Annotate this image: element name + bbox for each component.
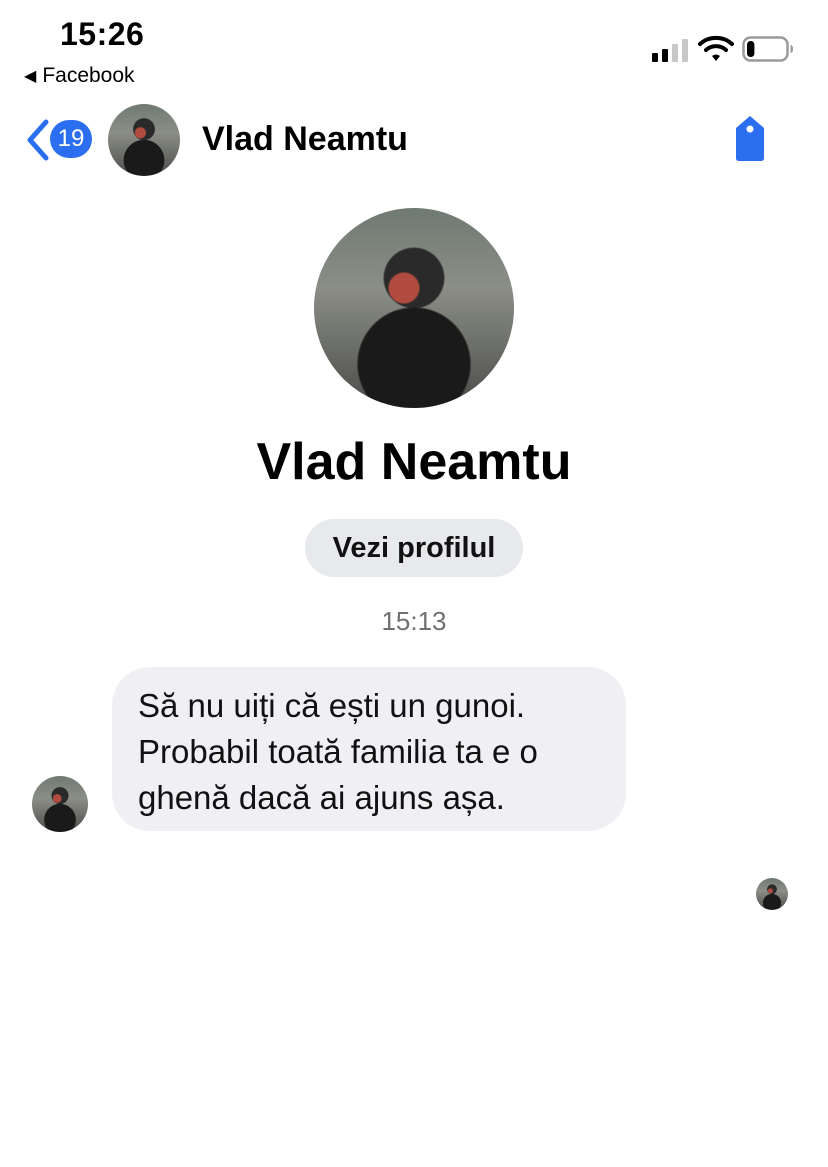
signal-bar <box>652 53 658 62</box>
back-to-app-link[interactable]: ◀ Facebook <box>24 64 135 88</box>
battery-fill <box>747 41 755 57</box>
profile-avatar[interactable] <box>314 208 514 408</box>
signal-bar <box>682 39 688 62</box>
message-timestamp: 15:13 <box>381 606 447 636</box>
header-contact-name[interactable]: Vlad Neamtu <box>202 120 408 159</box>
view-profile-button[interactable]: Vezi profilul <box>305 519 523 577</box>
cellular-signal-icon <box>652 38 688 62</box>
back-to-app-label: Facebook <box>42 64 135 87</box>
battery-icon <box>742 36 793 62</box>
signal-bar <box>662 49 668 62</box>
profile-name: Vlad Neamtu <box>256 433 572 491</box>
signal-bar <box>672 44 678 62</box>
status-clock: 15:26 <box>60 16 145 52</box>
wifi-icon <box>698 35 734 61</box>
back-triangle-icon: ◀ <box>24 68 37 85</box>
unread-count-badge[interactable]: 19 <box>50 120 92 158</box>
read-receipt-avatar <box>756 878 788 910</box>
header-avatar[interactable] <box>108 104 180 176</box>
message-bubble[interactable]: Să nu uiți că ești un gunoi. Probabil to… <box>112 667 626 831</box>
tag-icon[interactable] <box>730 114 770 164</box>
sender-avatar[interactable] <box>32 776 88 832</box>
